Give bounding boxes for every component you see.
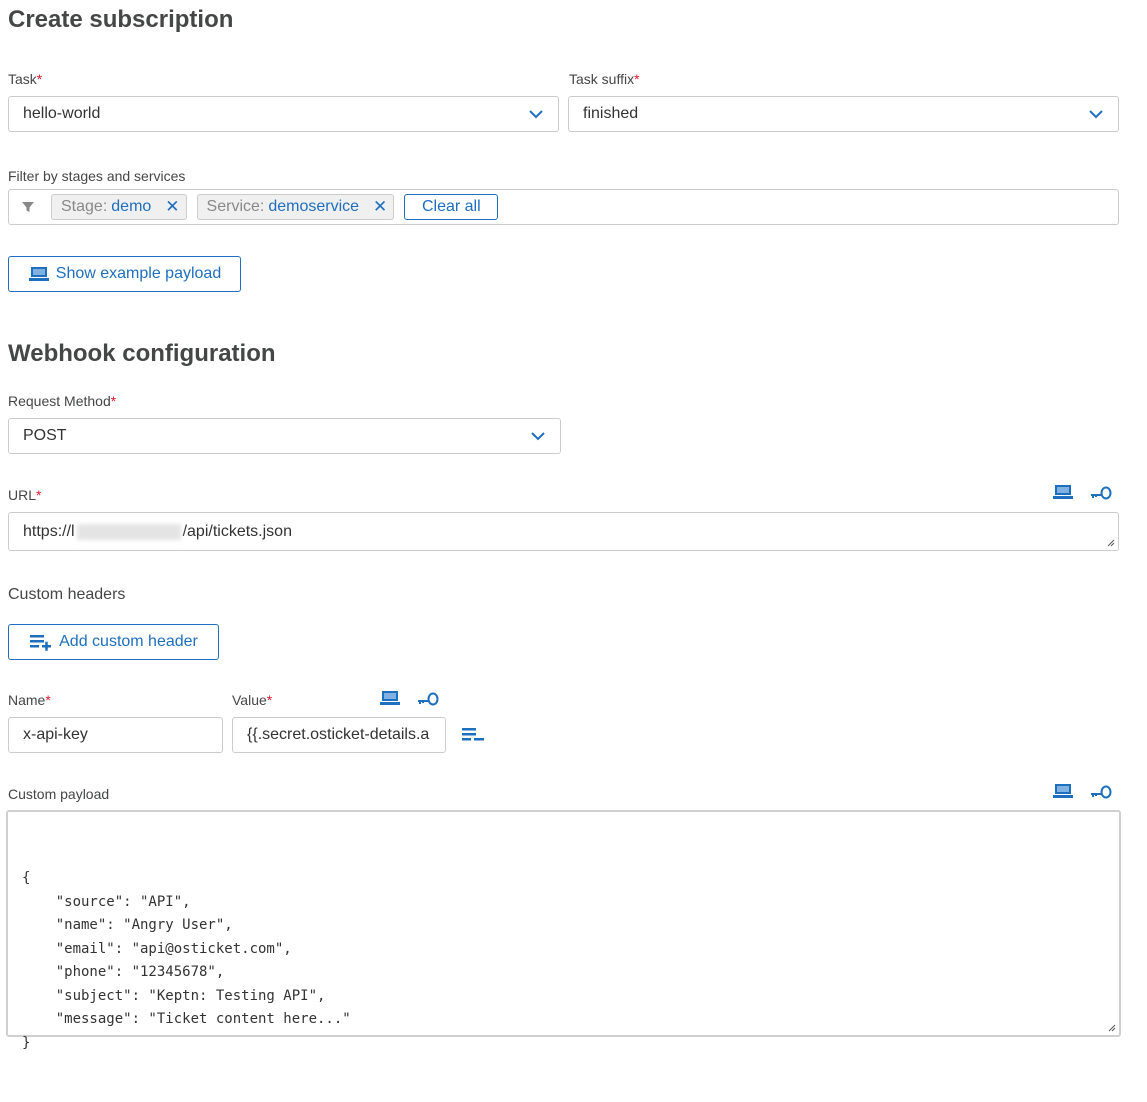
resize-handle-icon[interactable] <box>1107 539 1115 547</box>
filter-icon <box>22 202 34 212</box>
page-title: Create subscription <box>8 6 234 33</box>
filter-tag-service: Service: demoservice ✕ <box>196 194 395 220</box>
list-remove-icon[interactable] <box>461 726 485 744</box>
header-name-label: Name* <box>8 692 51 708</box>
task-select-value: hello-world <box>23 105 101 122</box>
add-custom-header-button[interactable]: Add custom header <box>8 624 219 660</box>
task-suffix-label: Task suffix* <box>569 71 640 87</box>
url-label: URL* <box>8 487 42 503</box>
request-method-label: Request Method* <box>8 393 117 409</box>
laptop-icon <box>28 267 49 281</box>
request-method-value: POST <box>23 427 67 444</box>
url-input[interactable]: https://l/api/tickets.json <box>8 512 1119 551</box>
task-suffix-select[interactable]: finished <box>568 96 1119 132</box>
chevron-down-icon <box>531 432 545 441</box>
chevron-down-icon <box>1089 110 1103 119</box>
filter-tag-stage: Stage: demo ✕ <box>51 194 187 220</box>
task-suffix-select-value: finished <box>583 105 639 122</box>
custom-payload-content: { "source": "API", "name": "Angry User",… <box>22 870 351 1051</box>
request-method-select[interactable]: POST <box>8 418 561 454</box>
filter-label: Filter by stages and services <box>8 168 186 184</box>
close-icon[interactable]: ✕ <box>165 197 179 217</box>
list-add-icon <box>30 635 52 651</box>
filter-bar[interactable]: Stage: demo ✕ Service: demoservice ✕ Cle… <box>8 189 1119 225</box>
show-example-payload-button[interactable]: Show example payload <box>8 256 241 292</box>
webhook-configuration-title: Webhook configuration <box>8 340 276 367</box>
custom-headers-title: Custom headers <box>8 586 126 603</box>
chevron-down-icon <box>529 110 543 119</box>
clear-all-button[interactable]: Clear all <box>404 194 499 220</box>
close-icon[interactable]: ✕ <box>373 197 387 217</box>
header-name-input[interactable]: x-api-key <box>8 717 223 753</box>
task-label: Task* <box>8 71 43 87</box>
key-icon[interactable] <box>416 690 440 706</box>
custom-payload-label: Custom payload <box>8 786 110 802</box>
redacted-text <box>76 523 181 540</box>
header-value-input[interactable]: {{.secret.osticket-details.a <box>232 717 446 753</box>
header-value-label: Value* <box>232 692 273 708</box>
resize-handle-icon[interactable] <box>1108 1024 1116 1032</box>
task-select[interactable]: hello-world <box>8 96 559 132</box>
custom-payload-textarea[interactable]: { "source": "API", "name": "Angry User",… <box>6 810 1121 1051</box>
key-icon[interactable] <box>1089 484 1113 500</box>
laptop-icon[interactable] <box>1052 783 1074 799</box>
laptop-icon[interactable] <box>1052 484 1074 500</box>
laptop-icon[interactable] <box>379 690 401 706</box>
key-icon[interactable] <box>1089 783 1113 799</box>
